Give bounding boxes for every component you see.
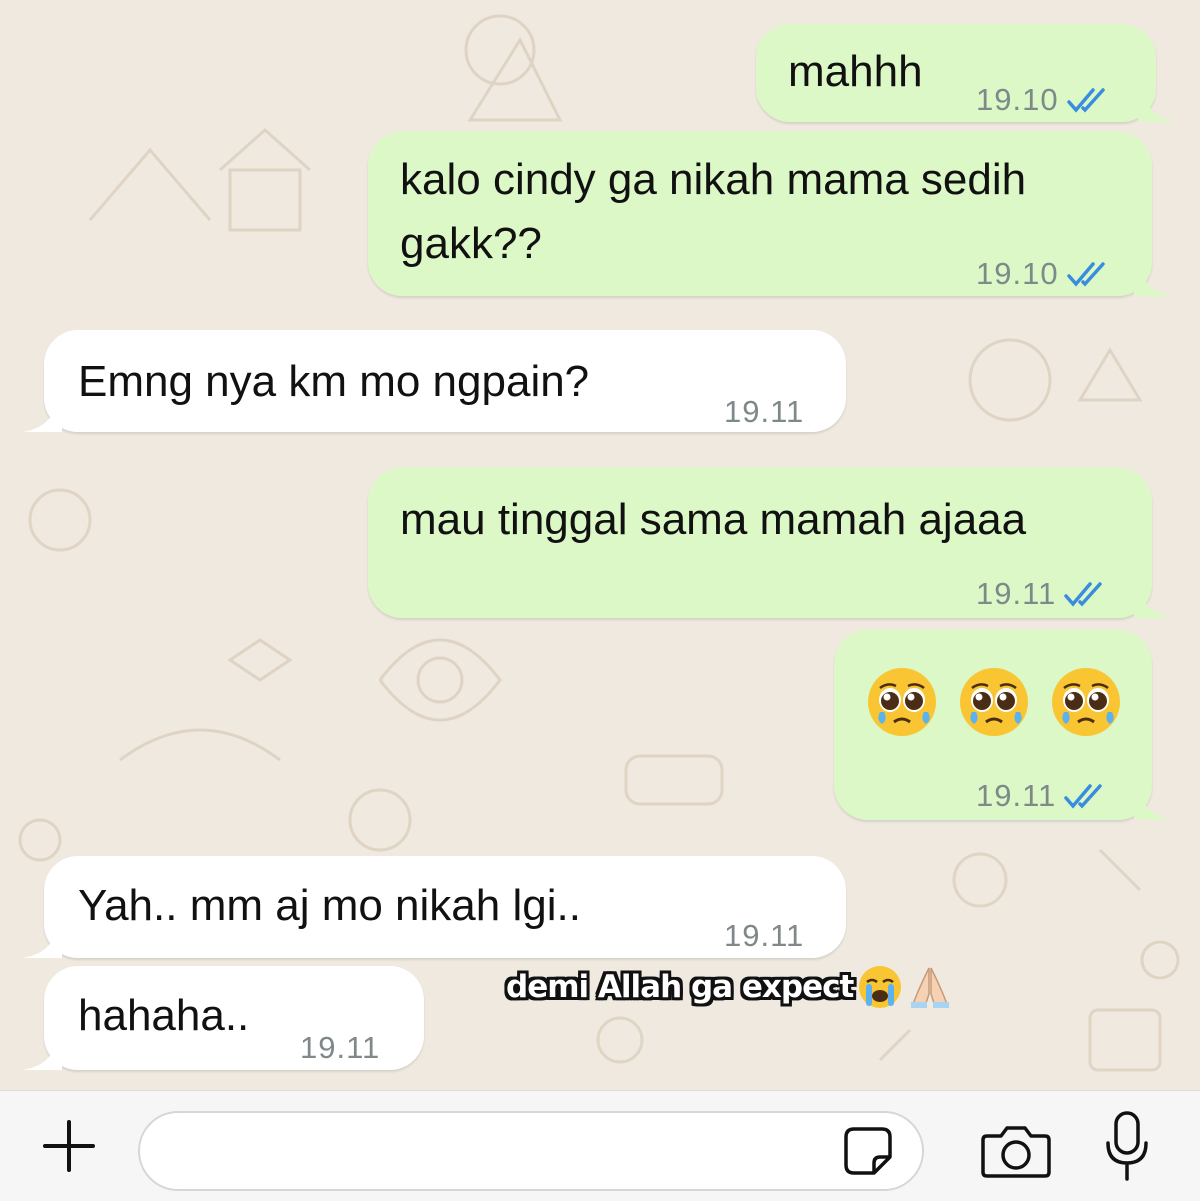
bubble-tail: [1138, 82, 1178, 122]
message-time: 19.11: [976, 576, 1057, 611]
overlay-caption: demi Allah ga expect: [506, 964, 953, 1010]
message-text: Emng nya km mo ngpain?: [78, 357, 590, 406]
message-meta: 19.11: [976, 764, 1108, 828]
message-time: 19.10: [976, 256, 1059, 291]
message-incoming[interactable]: hahaha.. 19.11: [22, 966, 424, 1070]
loudly-crying-face-icon: [859, 966, 902, 1008]
message-input[interactable]: [138, 1111, 924, 1191]
message-meta: 19.11: [724, 380, 804, 444]
message-meta: 19.11: [724, 904, 804, 968]
message-time: 19.11: [724, 394, 805, 429]
attach-button[interactable]: [34, 1111, 104, 1181]
message-time: 19.11: [300, 1030, 381, 1065]
bubble-tail: [1134, 780, 1174, 820]
message-meta: 19.10: [976, 242, 1111, 306]
pleading-face-icon: [960, 668, 1028, 736]
read-ticks-icon: [1064, 784, 1103, 809]
message-time: 19.11: [724, 918, 805, 953]
overlay-caption-text: demi Allah ga expect: [506, 969, 854, 1005]
message-outgoing-emoji[interactable]: 19.11: [834, 630, 1174, 820]
message-text: mau tinggal sama mamah ajaaa: [400, 495, 1027, 544]
pleading-face-icon: [868, 668, 936, 736]
message-outgoing[interactable]: mau tinggal sama mamah ajaaa 19.11: [368, 468, 1174, 618]
message-text: mahhh: [788, 47, 923, 96]
bubble-tail: [22, 1030, 62, 1070]
message-meta: 19.11: [300, 1016, 380, 1080]
sticker-icon: [844, 1127, 892, 1175]
camera-button[interactable]: [976, 1115, 1056, 1185]
sticker-button[interactable]: [836, 1119, 900, 1183]
plus-icon: [43, 1120, 95, 1172]
emoji-row: [866, 666, 1122, 738]
pleading-face-icon: [1052, 668, 1120, 736]
bubble-tail: [1134, 256, 1174, 296]
conversation: mahhh 19.10 kalo cindy ga nikah mama sed…: [0, 0, 1200, 1090]
read-ticks-icon: [1066, 262, 1105, 287]
message-text: hahaha..: [78, 991, 250, 1040]
message-meta: 19.11: [976, 562, 1108, 626]
message-meta: 19.10: [976, 68, 1111, 132]
message-incoming[interactable]: Yah.. mm aj mo nikah lgi.. 19.11: [22, 856, 846, 958]
read-ticks-icon: [1066, 88, 1105, 113]
message-outgoing[interactable]: mahhh 19.10: [756, 24, 1178, 122]
folded-hands-icon: [911, 967, 950, 1008]
bubble-tail: [1134, 578, 1174, 618]
message-text: Yah.. mm aj mo nikah lgi..: [78, 881, 581, 930]
bubble-tail: [22, 392, 62, 432]
message-text: kalo cindy ga nikah mama sedih gakk??: [400, 155, 1027, 268]
message-outgoing[interactable]: kalo cindy ga nikah mama sedih gakk?? 19…: [368, 132, 1174, 296]
microphone-icon: [1106, 1111, 1148, 1181]
microphone-button[interactable]: [1092, 1107, 1162, 1187]
camera-icon: [981, 1126, 1051, 1178]
message-time: 19.11: [976, 778, 1057, 813]
message-incoming[interactable]: Emng nya km mo ngpain? 19.11: [22, 330, 846, 432]
message-input-bar: [0, 1090, 1200, 1201]
read-ticks-icon: [1064, 582, 1103, 607]
message-time: 19.10: [976, 82, 1059, 117]
bubble-tail: [22, 918, 62, 958]
